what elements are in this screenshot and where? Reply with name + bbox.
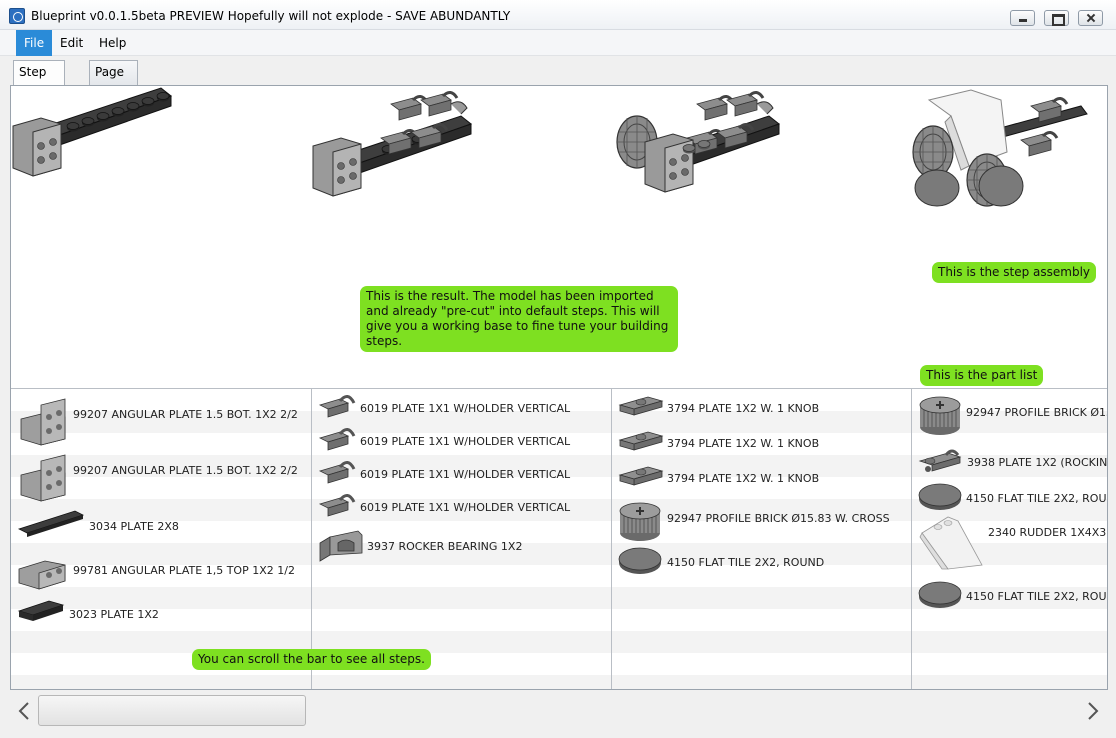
part-label: 6019 PLATE 1X1 W/HOLDER VERTICAL [360,402,571,415]
list-item[interactable]: 92947 PROFILE BRICK Ø15.83 W. CROSS [612,499,911,541]
holder-plate-icon [318,428,356,451]
scroll-right-button[interactable] [1083,701,1103,721]
holder-plate-icon [318,461,356,484]
chevron-right-icon [1088,702,1099,720]
part-label: 6019 PLATE 1X1 W/HOLDER VERTICAL [360,501,571,514]
angular-plate-icon [20,398,66,446]
part-label: 3938 PLATE 1X2 (ROCKING) [967,456,1108,469]
callout-part-list: This is the part list [922,367,1042,384]
list-item[interactable]: 3937 ROCKER BEARING 1X2 [312,527,611,567]
scroll-left-button[interactable] [14,701,34,721]
part-label: 92947 PROFILE BRICK Ø15.83 W. CROSS [667,512,890,525]
window-title: Blueprint v0.0.1.5beta PREVIEW Hopefully… [31,9,511,23]
profile-brick-icon [619,502,661,541]
angular-plate-icon [20,454,66,502]
list-item[interactable]: 99207 ANGULAR PLATE 1.5 BOT. 1X2 2/2 [11,395,311,446]
list-item[interactable]: 3794 PLATE 1X2 W. 1 KNOB [612,459,911,499]
rocking-plate-icon [918,449,962,472]
list-item[interactable]: 6019 PLATE 1X1 W/HOLDER VERTICAL [312,488,611,528]
part-label: 99207 ANGULAR PLATE 1.5 BOT. 1X2 2/2 [73,464,298,477]
part-list: 92947 PROFILE BRICK Ø15.83 3938 PLATE 1X… [911,388,1108,689]
list-item[interactable]: 3938 PLATE 1X2 (ROCKING) [912,443,1108,483]
part-label: 3023 PLATE 1X2 [69,608,159,621]
assembly-render-step-1 [12,87,172,177]
part-label: 4150 FLAT TILE 2X2, ROUND [966,492,1108,505]
part-label: 4150 FLAT TILE 2X2, ROUND [966,590,1108,603]
list-item[interactable]: 3034 PLATE 2X8 [11,507,311,547]
holder-plate-icon [318,494,356,517]
profile-brick-icon [919,396,961,435]
part-label: 3937 ROCKER BEARING 1X2 [367,540,523,553]
jumper-plate-icon [618,431,664,451]
step-column: 92947 PROFILE BRICK Ø15.83 3938 PLATE 1X… [911,86,1108,689]
step-assembly-view[interactable] [911,86,1107,388]
close-button[interactable] [1078,10,1103,26]
part-label: 99207 ANGULAR PLATE 1.5 BOT. 1X2 2/2 [73,408,298,421]
round-tile-icon [618,547,662,574]
app-icon [9,8,25,24]
chevron-left-icon [18,702,29,720]
jumper-plate-icon [618,396,664,416]
part-label: 99781 ANGULAR PLATE 1,5 TOP 1X2 1/2 [73,564,295,577]
callout-result: This is the result. The model has been i… [362,288,676,350]
part-list: 6019 PLATE 1X1 W/HOLDER VERTICAL 6019 PL… [311,388,611,689]
list-item[interactable]: 3794 PLATE 1X2 W. 1 KNOB [612,389,911,429]
callout-scroll: You can scroll the bar to see all steps. [194,651,429,668]
maximize-button[interactable] [1044,10,1069,26]
list-item[interactable]: 99781 ANGULAR PLATE 1,5 TOP 1X2 1/2 [11,551,311,591]
rocker-bearing-icon [319,530,363,562]
list-item[interactable]: 92947 PROFILE BRICK Ø15.83 [912,393,1107,435]
assembly-render-step-4 [912,89,1088,207]
step-column: 6019 PLATE 1X1 W/HOLDER VERTICAL 6019 PL… [311,86,611,689]
part-label: 4150 FLAT TILE 2X2, ROUND [667,556,825,569]
menu-edit[interactable]: Edit [52,30,91,56]
title-bar: Blueprint v0.0.1.5beta PREVIEW Hopefully… [0,0,1116,30]
list-item[interactable]: 4150 FLAT TILE 2X2, ROUND [612,543,911,583]
part-label: 3794 PLATE 1X2 W. 1 KNOB [667,437,820,450]
callout-step-assembly: This is the step assembly [934,264,1094,281]
round-tile-icon [918,483,962,510]
part-label: 6019 PLATE 1X1 W/HOLDER VERTICAL [360,435,571,448]
horizontal-scrollbar[interactable] [10,691,1108,731]
list-item[interactable]: 4150 FLAT TILE 2X2, ROUND [912,577,1108,617]
part-list: 3794 PLATE 1X2 W. 1 KNOB 3794 PLATE 1X2 … [611,388,911,689]
round-tile-icon [918,581,962,608]
plate-1x2-icon [17,600,65,621]
part-label: 3794 PLATE 1X2 W. 1 KNOB [667,402,820,415]
scroll-thumb[interactable] [38,695,306,726]
step-column: 99207 ANGULAR PLATE 1.5 BOT. 1X2 2/2 992… [11,86,311,689]
angular-plate-icon [18,560,66,590]
menu-bar: File Edit Help [0,30,1116,56]
plate-2x8-icon [17,510,85,537]
tab-step-design[interactable]: Step design [13,60,65,102]
menu-help[interactable]: Help [91,30,134,56]
step-assembly-view[interactable] [11,86,311,388]
part-list: 99207 ANGULAR PLATE 1.5 BOT. 1X2 2/2 992… [11,388,311,689]
menu-file[interactable]: File [16,30,53,56]
part-label: 92947 PROFILE BRICK Ø15.83 [966,406,1107,419]
holder-plate-icon [318,395,356,418]
tab-page-layout[interactable]: Page layout [89,60,139,102]
part-label: 3794 PLATE 1X2 W. 1 KNOB [667,472,820,485]
list-item[interactable]: 3023 PLATE 1X2 [11,595,311,635]
part-label: 3034 PLATE 2X8 [89,520,179,533]
rudder-icon [919,516,983,570]
list-item[interactable]: 2340 RUDDER 1X4X3 [912,513,1107,570]
part-label: 2340 RUDDER 1X4X3 [988,526,1107,539]
list-item[interactable]: 3794 PLATE 1X2 W. 1 KNOB [612,424,911,464]
list-item[interactable]: 99207 ANGULAR PLATE 1.5 BOT. 1X2 2/2 [11,451,311,502]
step-column: 3794 PLATE 1X2 W. 1 KNOB 3794 PLATE 1X2 … [611,86,911,689]
minimize-button[interactable] [1010,10,1035,26]
part-label: 6019 PLATE 1X1 W/HOLDER VERTICAL [360,468,571,481]
jumper-plate-icon [618,466,664,486]
step-design-panel: 99207 ANGULAR PLATE 1.5 BOT. 1X2 2/2 992… [10,85,1108,690]
